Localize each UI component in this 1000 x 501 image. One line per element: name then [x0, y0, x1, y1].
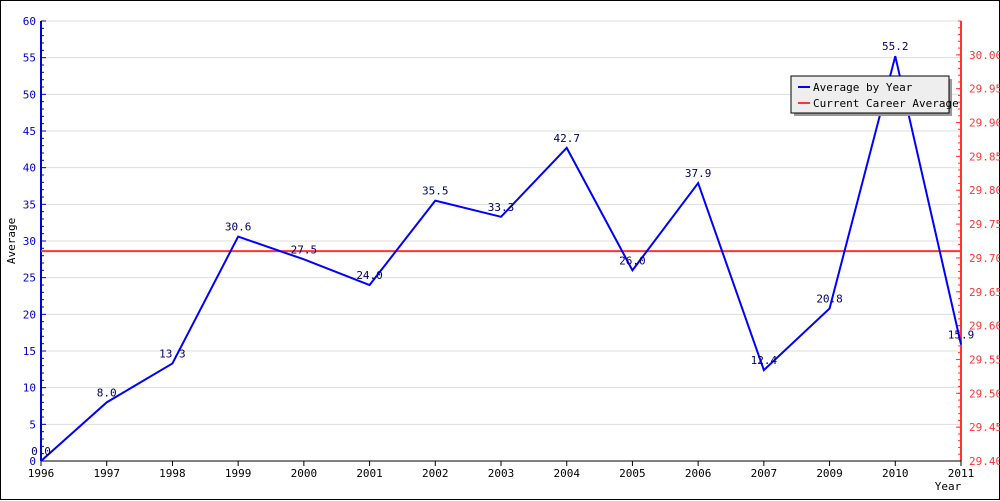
left-tick-label: 35: [23, 198, 36, 211]
data-label: 35.5: [422, 185, 449, 198]
x-tick-label: 2010: [882, 467, 909, 480]
data-label: 55.2: [882, 40, 909, 53]
line-chart: 051015202530354045505560 29.4029.4529.50…: [5, 15, 1000, 493]
right-tick-label: 29.55: [969, 353, 1000, 366]
chart-frame: 0 5 10 15 20 25 30 35 40 45 50 55 60 29.40 29.45 29.50…: [0, 0, 1000, 500]
data-point: [960, 343, 962, 345]
data-label: 37.9: [685, 167, 712, 180]
x-axis: 1996 1997 1998 1999 2000 2001 2002 2003 2004 2005…: [28, 460, 975, 480]
left-tick-label: 60: [23, 15, 36, 28]
x-tick-label: 2001: [356, 467, 383, 480]
left-tick-label: 5: [29, 418, 36, 431]
left-tick-label: 45: [23, 125, 36, 138]
right-tick-label: 29.75: [969, 218, 1000, 231]
right-tick-label: 29.45: [969, 421, 1000, 434]
right-tick-label: 29.50: [969, 387, 1000, 400]
data-point: [894, 55, 896, 57]
data-label: 27.5: [291, 243, 318, 256]
right-tick-label: 30.00: [969, 49, 1000, 62]
data-point: [434, 200, 436, 202]
x-tick-label: 2006: [685, 467, 712, 480]
data-label: 13.3: [159, 347, 186, 360]
left-tick-label: 50: [23, 88, 36, 101]
data-point: [369, 284, 371, 286]
data-point: [763, 369, 765, 371]
right-tick-label: 29.80: [969, 184, 1000, 197]
data-point: [500, 216, 502, 218]
x-axis-label: Year: [935, 480, 962, 493]
x-tick-label: 2000: [291, 467, 318, 480]
left-tick-label: 15: [23, 345, 36, 358]
right-tick-label: 29.65: [969, 286, 1000, 299]
data-point: [631, 269, 633, 271]
x-tick-label: 2004: [553, 467, 580, 480]
legend: Average by Year Current Career Average: [790, 75, 959, 116]
right-tick-label: 29.70: [969, 252, 1000, 265]
right-tick-label: 29.85: [969, 150, 1000, 163]
data-label: 42.7: [553, 132, 580, 145]
data-point: [40, 460, 42, 462]
data-point: [697, 182, 699, 184]
data-point: [829, 307, 831, 309]
x-tick-label: 1997: [93, 467, 120, 480]
data-label: 20.8: [816, 292, 843, 305]
data-label: 33.3: [488, 201, 515, 214]
right-tick-label: 29.95: [969, 83, 1000, 96]
left-tick-label: 55: [23, 52, 36, 65]
x-tick-label: 2005: [619, 467, 646, 480]
x-tick-label: 2007: [751, 467, 778, 480]
left-y-axis: 051015202530354045505560: [23, 15, 46, 468]
legend-label-average-by-year: Average by Year: [813, 81, 913, 94]
data-point: [566, 147, 568, 149]
average-by-year-line: [40, 55, 962, 462]
left-tick-label: 10: [23, 382, 36, 395]
series-layer: [40, 55, 962, 462]
data-label: 0.0: [31, 445, 51, 458]
data-label: 12.4: [751, 354, 778, 367]
x-tick-label: 1999: [225, 467, 252, 480]
left-tick-label: 30: [23, 235, 36, 248]
x-tick-label: 2011: [948, 467, 975, 480]
legend-label-career-average: Current Career Average: [813, 97, 959, 110]
right-tick-label: 29.90: [969, 117, 1000, 130]
x-tick-label: 1996: [28, 467, 55, 480]
data-label: 15.9: [948, 328, 975, 341]
data-label: 24.0: [356, 269, 383, 282]
x-tick-label: 2003: [488, 467, 515, 480]
data-label: 8.0: [97, 386, 117, 399]
data-point: [106, 401, 108, 403]
right-y-axis: 29.4029.4529.5029.5529.6029.6529.7029.75…: [956, 20, 1000, 468]
data-point: [303, 258, 305, 260]
left-tick-label: 20: [23, 308, 36, 321]
left-tick-label: 25: [23, 272, 36, 285]
x-tick-label: 2009: [816, 467, 843, 480]
data-label: 26.0: [619, 254, 646, 267]
x-tick-label: 2002: [422, 467, 449, 480]
data-label: 30.6: [225, 221, 252, 234]
data-point: [237, 236, 239, 238]
x-tick-label: 1998: [159, 467, 186, 480]
left-tick-label: 40: [23, 162, 36, 175]
y-axis-label: Average: [5, 218, 18, 264]
data-point: [171, 362, 173, 364]
